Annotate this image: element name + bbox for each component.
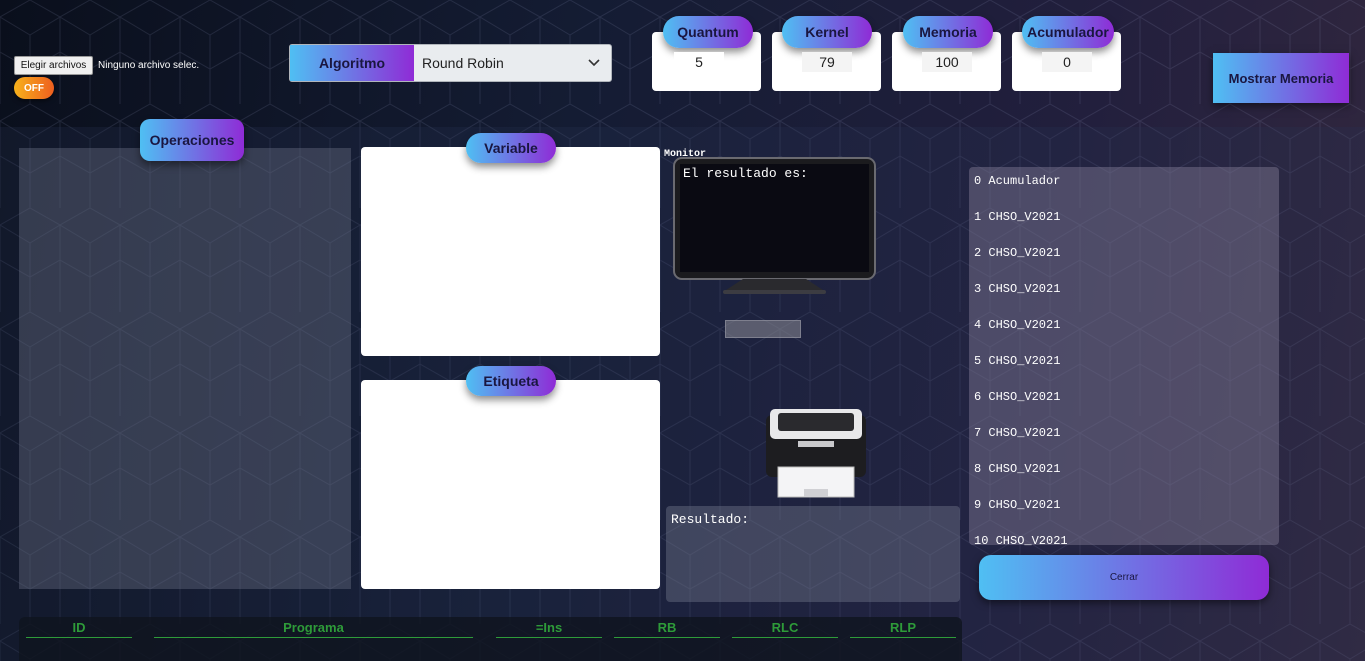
quantum-label: Quantum [663,16,753,48]
memory-item: 6 CHSO_V2021 [974,390,1061,404]
etiqueta-panel [361,380,660,589]
table-header-rlp: RLP [850,620,956,638]
memory-item: 5 CHSO_V2021 [974,354,1061,368]
memory-item: 8 CHSO_V2021 [974,462,1061,476]
algorithm-label: Algoritmo [290,45,414,81]
kernel-label: Kernel [782,16,872,48]
monitor-screen-text: El resultado es: [683,166,808,181]
acumulador-value: 0 [1042,52,1092,72]
operations-label: Operaciones [140,119,244,161]
memory-item: 0 Acumulador [974,174,1061,188]
memory-item: 1 CHSO_V2021 [974,210,1061,224]
table-header-rb: RB [614,620,720,638]
table-header-id: ID [26,620,132,638]
file-choose-button[interactable]: Elegir archivos [14,56,93,75]
kernel-value: 79 [802,52,852,72]
variable-panel [361,147,660,356]
table-header-ins: =Ins [496,620,602,638]
quantum-value: 5 [674,52,724,72]
chevron-down-icon [588,59,600,67]
memory-item: 3 CHSO_V2021 [974,282,1061,296]
close-button[interactable]: Cerrar [979,555,1269,600]
memoria-value: 100 [922,52,972,72]
monitor-input-button[interactable] [725,320,801,338]
operations-panel [19,148,351,589]
table-header-programa: Programa [154,620,473,638]
table-header-rlc: RLC [732,620,838,638]
memory-item: 9 CHSO_V2021 [974,498,1061,512]
memory-item: 7 CHSO_V2021 [974,426,1061,440]
printer-icon [766,409,866,498]
file-status-text: Ninguno archivo selec. [98,60,200,71]
etiqueta-label: Etiqueta [466,366,556,396]
memoria-label: Memoria [903,16,993,48]
acumulador-label: Acumulador [1022,16,1114,48]
power-toggle[interactable]: OFF [14,77,54,99]
algorithm-select[interactable]: Algoritmo Round Robin [289,44,612,82]
result-label: Resultado: [671,512,750,527]
algorithm-selected-value: Round Robin [422,55,504,71]
variable-label: Variable [466,133,556,163]
memory-item: 10 CHSO_V2021 [974,534,1068,548]
memory-item: 4 CHSO_V2021 [974,318,1061,332]
show-memory-button[interactable]: Mostrar Memoria [1213,53,1349,103]
memory-item: 2 CHSO_V2021 [974,246,1061,260]
